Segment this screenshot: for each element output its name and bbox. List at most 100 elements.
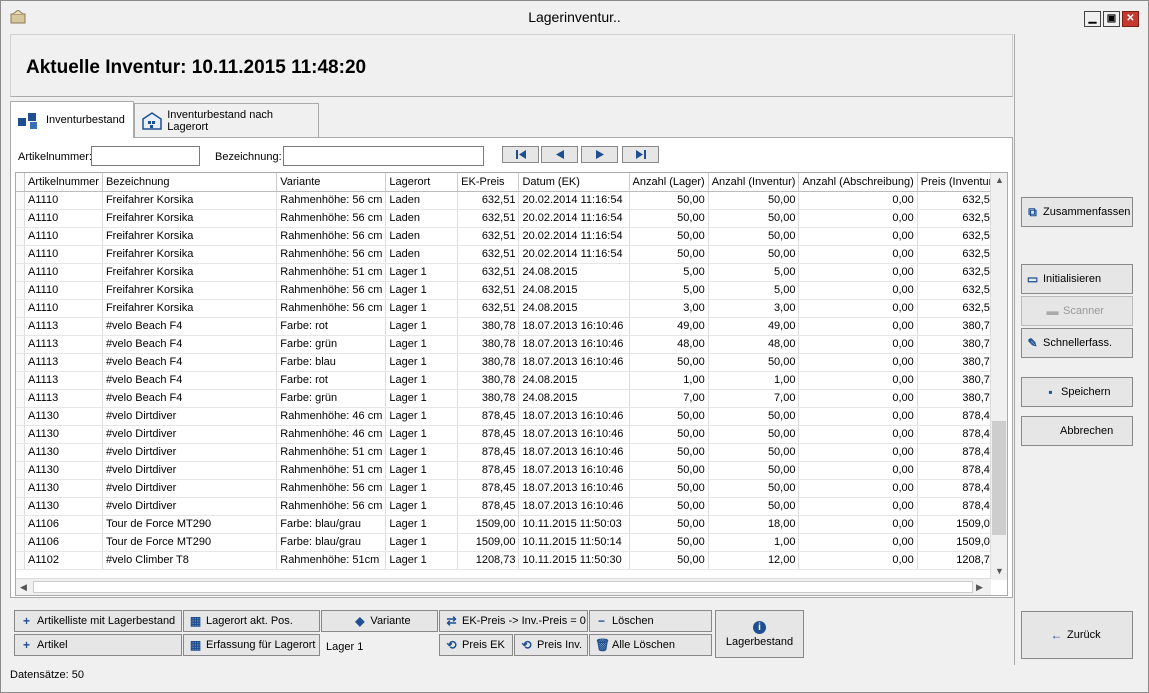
table-row[interactable]: A1113 #velo Beach F4 Farbe: grün Lager 1 380… xyxy=(16,389,1007,408)
previous-record-button[interactable] xyxy=(541,146,578,163)
row-selector[interactable] xyxy=(16,551,26,570)
tab-inventurbestand[interactable]: Inventurbestand xyxy=(10,101,134,138)
table-row[interactable]: A1102 #velo Climber T8 Rahmenhöhe: 51cm Lag… xyxy=(16,551,1007,570)
row-selector[interactable] xyxy=(16,209,26,228)
table-row[interactable]: A1110 Freifahrer Korsika Rahmenhöhe: 56 cm… xyxy=(16,281,1007,300)
table-cell: A1130 xyxy=(24,443,103,462)
column-header[interactable]: Anzahl (Inventur) xyxy=(708,173,800,192)
table-row[interactable]: A1130 #velo Dirtdiver Rahmenhöhe: 51 cm Lag… xyxy=(16,461,1007,480)
table-cell: A1110 xyxy=(24,245,103,264)
table-cell: 49,00 xyxy=(629,317,709,336)
row-selector[interactable] xyxy=(16,461,26,480)
scroll-right-icon[interactable]: ▶ xyxy=(976,582,983,593)
scroll-left-icon[interactable]: ◀ xyxy=(20,582,27,593)
table-row[interactable]: A1110 Freifahrer Korsika Rahmenhöhe: 56 cm… xyxy=(16,299,1007,318)
column-header[interactable]: Preis (Inventur) xyxy=(917,173,1001,192)
price-ek-button[interactable]: ⟲ Preis EK xyxy=(439,634,513,656)
column-header[interactable]: Datum (EK) xyxy=(518,173,630,192)
minimize-icon[interactable]: ▁ xyxy=(1084,11,1101,27)
table-row[interactable]: A1113 #velo Beach F4 Farbe: grün Lager 1 380… xyxy=(16,335,1007,354)
table-row[interactable]: A1110 Freifahrer Korsika Rahmenhöhe: 56 cm… xyxy=(16,209,1007,228)
next-record-button[interactable] xyxy=(581,146,618,163)
content-panel: Artikelnummer: Bezeichnung: Artikelnumme… xyxy=(10,137,1013,598)
table-row[interactable]: A1130 #velo Dirtdiver Rahmenhöhe: 46 cm Lag… xyxy=(16,425,1007,444)
column-header[interactable]: Artikelnummer xyxy=(24,173,103,192)
merge-button[interactable]: ⧉ Zusammenfassen xyxy=(1021,197,1133,227)
article-list-button[interactable]: + Artikelliste mit Lagerbestand xyxy=(14,610,182,632)
ek-to-inv-price-button[interactable]: ⇄ EK-Preis -> Inv.-Preis = 0 xyxy=(439,610,588,632)
price-inv-button[interactable]: ⟲ Preis Inv. xyxy=(514,634,588,656)
row-selector[interactable] xyxy=(16,407,26,426)
table-row[interactable]: A1130 #velo Dirtdiver Rahmenhöhe: 56 cm Lag… xyxy=(16,497,1007,516)
delete-all-button[interactable]: 🗑 Alle Löschen xyxy=(589,634,712,656)
location-current-pos-button[interactable]: ▦ Lagerort akt. Pos. xyxy=(183,610,320,632)
table-cell: 1509,00 xyxy=(917,515,1001,534)
row-selector[interactable] xyxy=(16,515,26,534)
row-selector[interactable] xyxy=(16,353,26,372)
variant-button[interactable]: ◆ Variante xyxy=(321,610,438,632)
row-selector[interactable] xyxy=(16,533,26,552)
table-row[interactable]: A1130 #velo Dirtdiver Rahmenhöhe: 56 cm Lag… xyxy=(16,479,1007,498)
location-capture-button[interactable]: ▦ Erfassung für Lagerort xyxy=(183,634,320,656)
row-selector[interactable] xyxy=(16,317,26,336)
scroll-up-icon[interactable]: ▲ xyxy=(995,175,1004,185)
row-selector[interactable] xyxy=(16,425,26,444)
back-button[interactable]: ← Zurück xyxy=(1021,611,1133,659)
table-cell: Lager 1 xyxy=(385,515,459,534)
row-selector[interactable] xyxy=(16,191,26,210)
cancel-button[interactable]: Abbrechen xyxy=(1021,416,1133,446)
table-row[interactable]: A1110 Freifahrer Korsika Rahmenhöhe: 56 cm… xyxy=(16,245,1007,264)
column-header[interactable]: Anzahl (Abschreibung) xyxy=(798,173,918,192)
row-selector[interactable] xyxy=(16,245,26,264)
row-selector[interactable] xyxy=(16,497,26,516)
maximize-icon[interactable]: ▣ xyxy=(1103,11,1120,27)
table-row[interactable]: A1110 Freifahrer Korsika Rahmenhöhe: 56 cm… xyxy=(16,227,1007,246)
table-cell: Farbe: blau/grau xyxy=(276,533,387,552)
table-cell: #velo Beach F4 xyxy=(102,389,278,408)
row-selector[interactable] xyxy=(16,479,26,498)
table-row[interactable]: A1106 Tour de Force MT290 Farbe: blau/grau… xyxy=(16,515,1007,534)
quick-capture-button[interactable]: ✎ Schnellerfass. xyxy=(1021,328,1133,358)
row-selector[interactable] xyxy=(16,335,26,354)
table-row[interactable]: A1110 Freifahrer Korsika Rahmenhöhe: 56 cm… xyxy=(16,191,1007,210)
delete-button[interactable]: − Löschen xyxy=(589,610,712,632)
tab-inventurbestand-nach-lagerort[interactable]: Inventurbestand nach Lagerort xyxy=(134,103,319,137)
table-row[interactable]: A1130 #velo Dirtdiver Rahmenhöhe: 51 cm Lag… xyxy=(16,443,1007,462)
article-number-input[interactable] xyxy=(91,146,200,166)
vertical-scroll-thumb[interactable] xyxy=(992,421,1006,535)
description-input[interactable] xyxy=(283,146,484,166)
table-row[interactable]: A1110 Freifahrer Korsika Rahmenhöhe: 51 cm… xyxy=(16,263,1007,282)
first-record-button[interactable] xyxy=(502,146,539,163)
scroll-down-icon[interactable]: ▼ xyxy=(995,566,1004,576)
stock-button[interactable]: i Lagerbestand xyxy=(715,610,804,658)
close-icon[interactable]: ✕ xyxy=(1122,11,1139,27)
table-cell: 0,00 xyxy=(798,497,918,516)
row-selector[interactable] xyxy=(16,263,26,282)
table-row[interactable]: A1106 Tour de Force MT290 Farbe: blau/grau… xyxy=(16,533,1007,552)
title-bar: Lagerinventur.. ▁ ▣ ✕ xyxy=(1,1,1148,31)
row-selector[interactable] xyxy=(16,389,26,408)
table-row[interactable]: A1113 #velo Beach F4 Farbe: blau Lager 1 380… xyxy=(16,353,1007,372)
row-selector[interactable] xyxy=(16,227,26,246)
initialize-button[interactable]: ▭ Initialisieren xyxy=(1021,264,1133,294)
table-row[interactable]: A1130 #velo Dirtdiver Rahmenhöhe: 46 cm Lag… xyxy=(16,407,1007,426)
column-header[interactable]: EK-Preis xyxy=(457,173,520,192)
row-selector[interactable] xyxy=(16,299,26,318)
column-header[interactable]: Variante xyxy=(276,173,387,192)
table-cell: Lager 1 xyxy=(385,407,459,426)
column-header[interactable]: Lagerort xyxy=(385,173,459,192)
table-row[interactable]: A1113 #velo Beach F4 Farbe: rot Lager 1 380,… xyxy=(16,371,1007,390)
last-record-button[interactable] xyxy=(622,146,659,163)
horizontal-scrollbar[interactable]: ◀ ▶ xyxy=(16,578,991,595)
column-header[interactable]: Bezeichnung xyxy=(102,173,278,192)
row-selector[interactable] xyxy=(16,443,26,462)
save-button[interactable]: ▪ Speichern xyxy=(1021,377,1133,407)
table-row[interactable]: A1113 #velo Beach F4 Farbe: rot Lager 1 380,… xyxy=(16,317,1007,336)
article-button[interactable]: + Artikel xyxy=(14,634,182,656)
row-selector[interactable] xyxy=(16,281,26,300)
vertical-scrollbar[interactable]: ▲ ▼ xyxy=(990,173,1007,580)
horizontal-scroll-thumb[interactable] xyxy=(33,581,973,593)
scanner-button[interactable]: ▬ Scanner xyxy=(1021,296,1133,326)
column-header[interactable]: Anzahl (Lager) xyxy=(629,173,709,192)
row-selector[interactable] xyxy=(16,371,26,390)
